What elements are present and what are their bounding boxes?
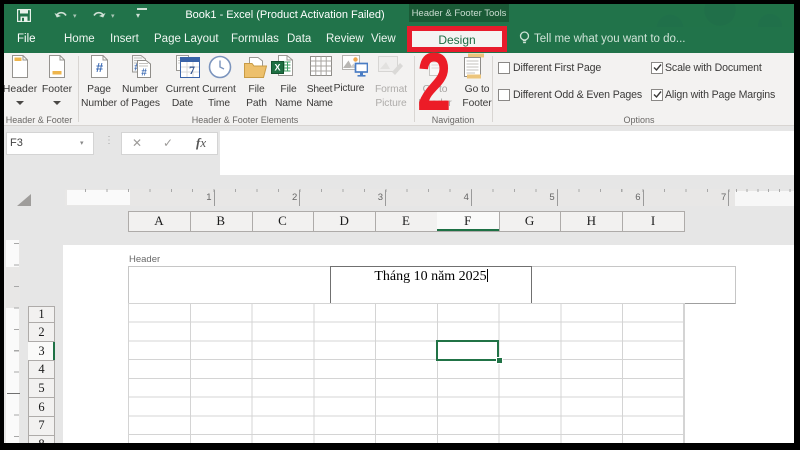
svg-text:7: 7	[189, 63, 195, 77]
svg-text:#: #	[141, 68, 147, 79]
svg-text:#: #	[96, 60, 104, 75]
svg-text:X: X	[274, 63, 280, 73]
